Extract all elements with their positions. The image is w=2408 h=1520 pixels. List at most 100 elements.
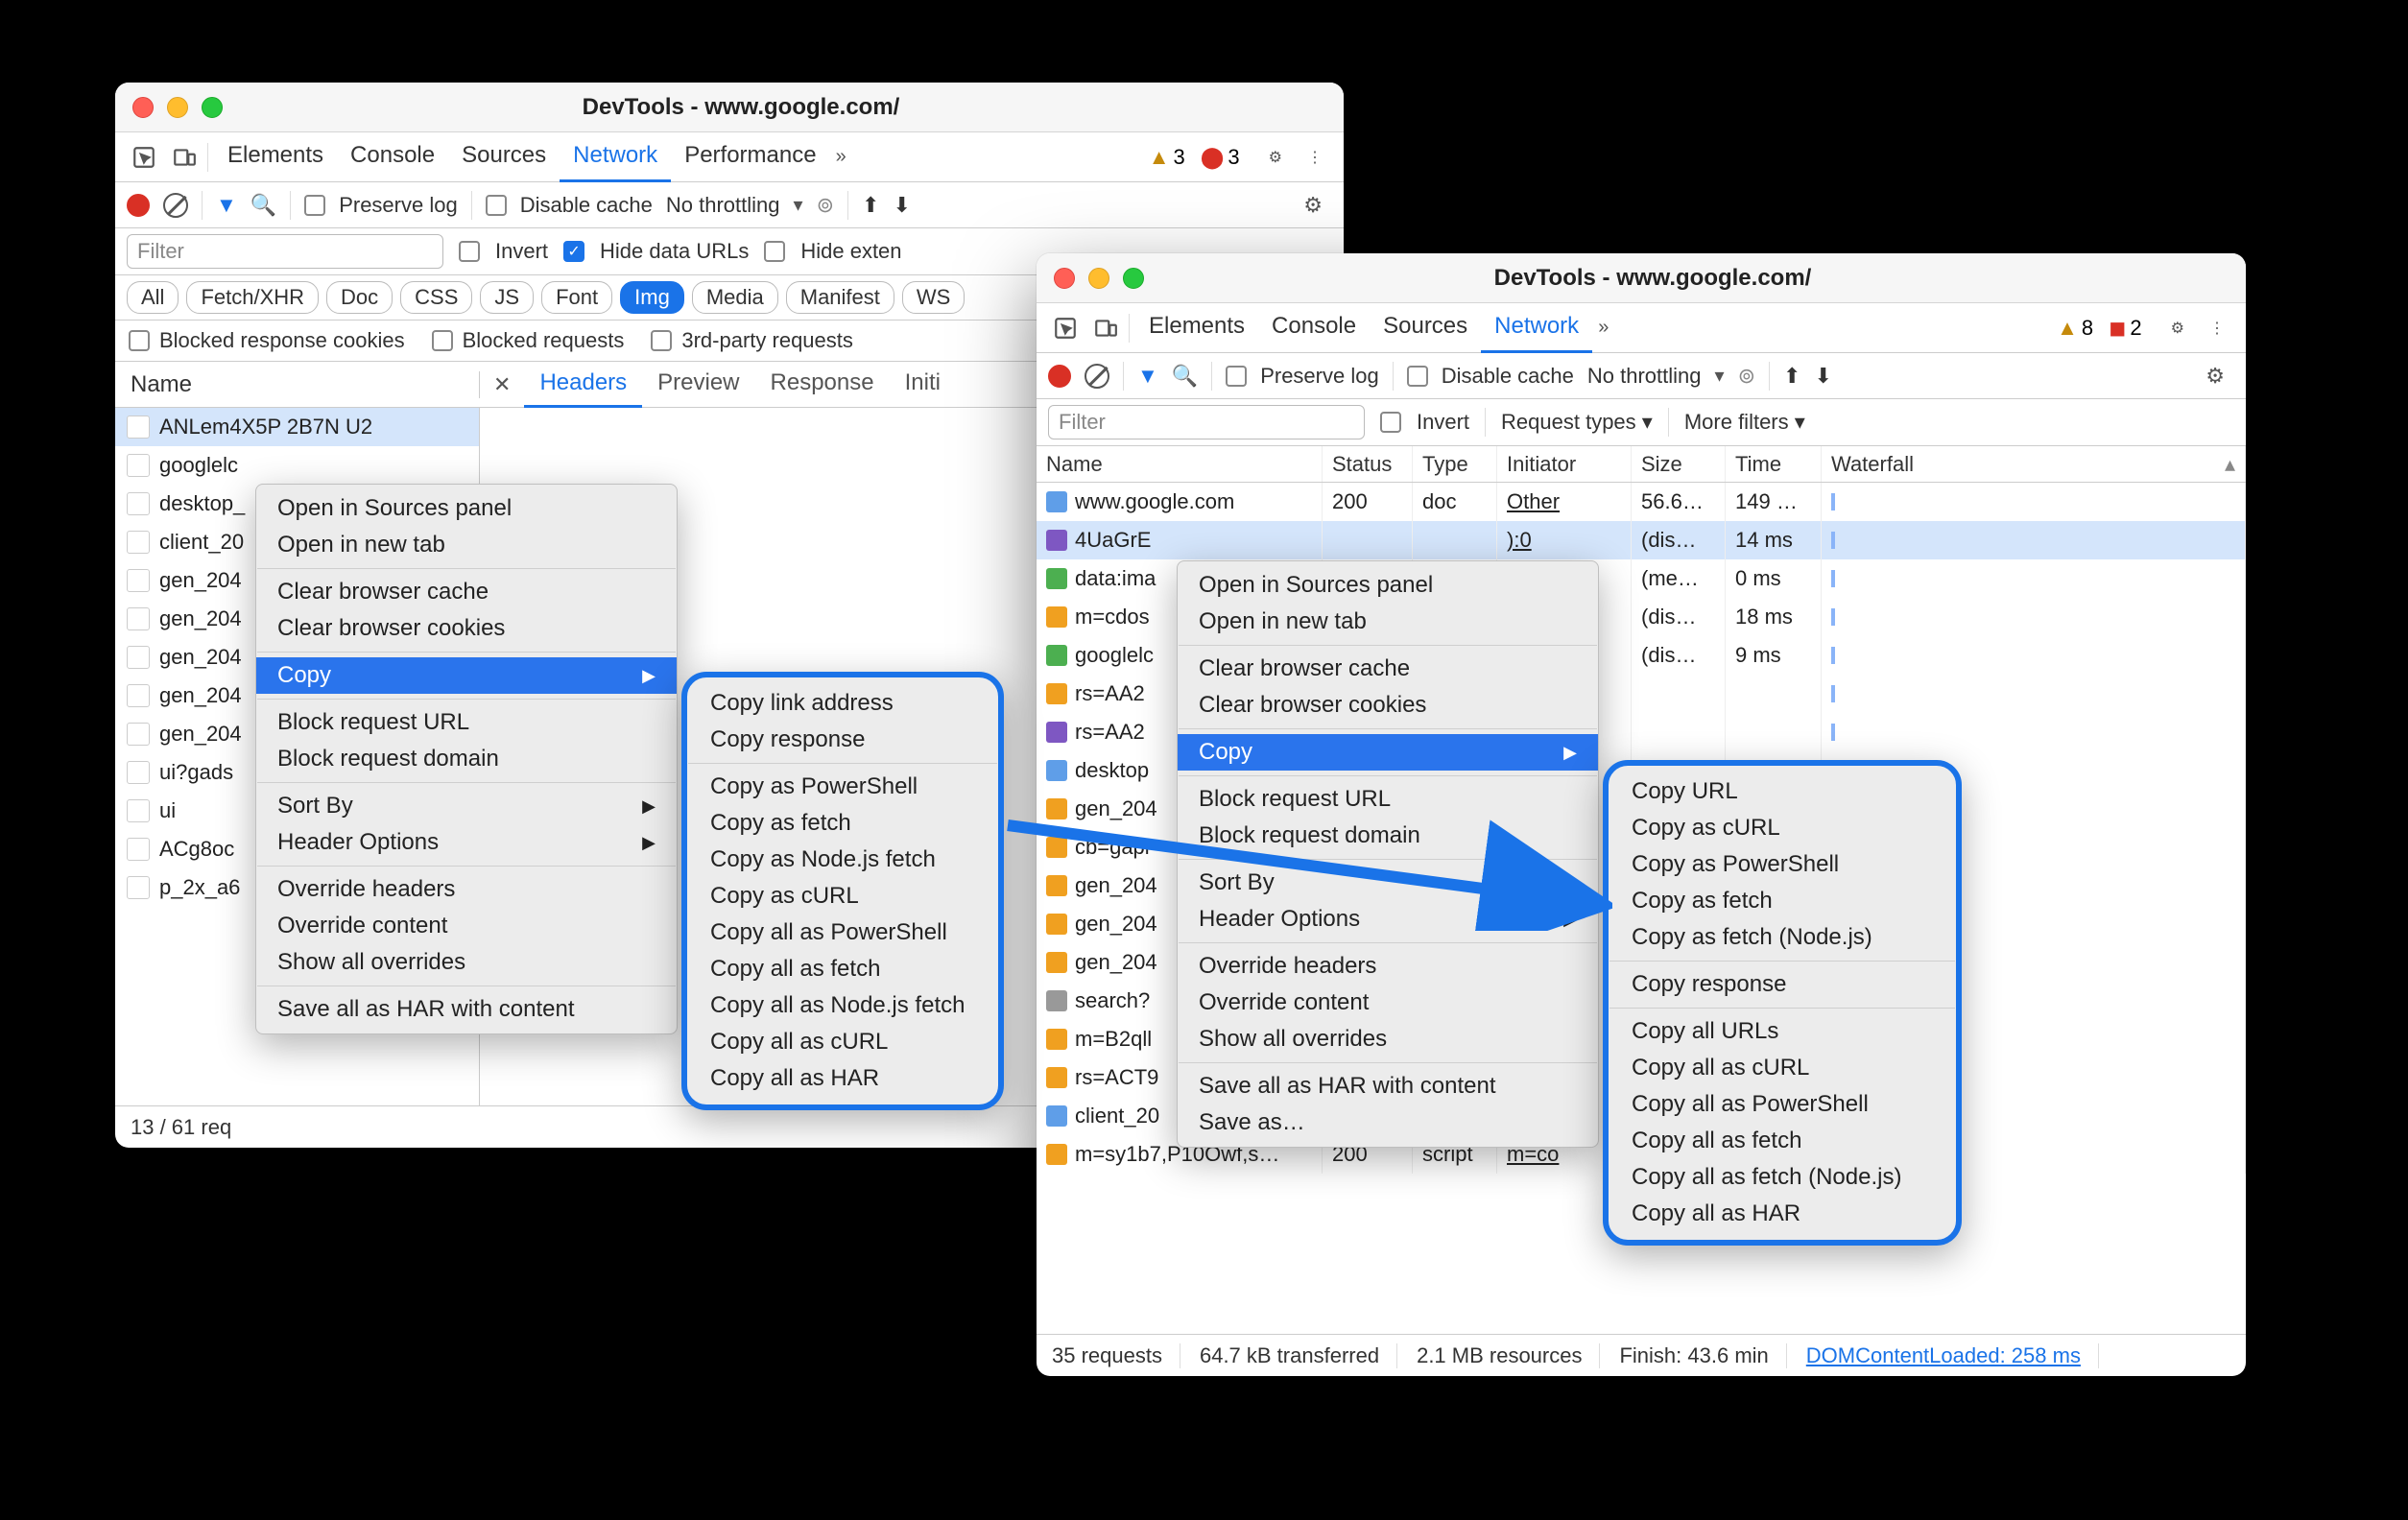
- blocked-cookies-checkbox[interactable]: [129, 330, 150, 351]
- table-row[interactable]: www.google.com200docOther56.6…149 …: [1037, 483, 2246, 521]
- submenu-item-copy-as-fetch[interactable]: Copy as fetch: [1609, 883, 1956, 919]
- network-settings-icon[interactable]: ⚙: [1294, 193, 1332, 218]
- menu-item-block-request-url[interactable]: Block request URL: [256, 704, 677, 741]
- filter-icon[interactable]: ▼: [1137, 364, 1158, 389]
- submenu-item-copy-all-as-powershell[interactable]: Copy all as PowerShell: [1609, 1086, 1956, 1123]
- menu-item-clear-browser-cache[interactable]: Clear browser cache: [1178, 651, 1598, 687]
- device-icon[interactable]: [1088, 311, 1123, 345]
- chip-doc[interactable]: Doc: [326, 281, 393, 314]
- tab-sources[interactable]: Sources: [448, 132, 560, 182]
- tab-elements[interactable]: Elements: [214, 132, 337, 182]
- chip-js[interactable]: JS: [480, 281, 534, 314]
- chip-media[interactable]: Media: [692, 281, 778, 314]
- menu-item-header-options[interactable]: Header Options▶: [256, 824, 677, 861]
- menu-item-sort-by[interactable]: Sort By▶: [1178, 865, 1598, 901]
- more-tabs-chevron[interactable]: »: [836, 146, 846, 168]
- wifi-icon[interactable]: ⊚: [1738, 364, 1755, 389]
- submenu-item-copy-link-address[interactable]: Copy link address: [687, 685, 998, 722]
- throttle-chevron-icon[interactable]: ▾: [794, 193, 803, 217]
- name-column-header[interactable]: Name: [115, 371, 480, 398]
- hide-data-urls-checkbox[interactable]: ✓: [563, 241, 584, 262]
- col-name[interactable]: Name: [1037, 446, 1323, 482]
- menu-item-sort-by[interactable]: Sort By▶: [256, 788, 677, 824]
- filter-input[interactable]: Filter: [127, 234, 443, 269]
- submenu-item-copy-as-powershell[interactable]: Copy as PowerShell: [1609, 846, 1956, 883]
- upload-icon[interactable]: ⬆: [862, 193, 879, 218]
- menu-item-block-request-domain[interactable]: Block request domain: [256, 741, 677, 777]
- col-time[interactable]: Time: [1726, 446, 1822, 482]
- menu-item-open-in-sources-panel[interactable]: Open in Sources panel: [256, 490, 677, 527]
- third-party-checkbox[interactable]: [651, 330, 672, 351]
- minimize-window[interactable]: [167, 97, 188, 118]
- tab-network[interactable]: Network: [1481, 303, 1592, 353]
- preserve-log-checkbox[interactable]: [304, 195, 325, 216]
- submenu-item-copy-url[interactable]: Copy URL: [1609, 773, 1956, 810]
- kebab-menu-icon[interactable]: ⋮: [2200, 319, 2234, 338]
- disable-cache-checkbox[interactable]: [1407, 366, 1428, 387]
- menu-item-open-in-new-tab[interactable]: Open in new tab: [256, 527, 677, 563]
- menu-item-clear-browser-cookies[interactable]: Clear browser cookies: [1178, 687, 1598, 724]
- errors-badge[interactable]: ⬤3: [1201, 145, 1240, 170]
- clear-button[interactable]: [1085, 364, 1109, 389]
- submenu-item-copy-response[interactable]: Copy response: [1609, 966, 1956, 1003]
- subtab-preview[interactable]: Preview: [642, 362, 754, 408]
- menu-item-open-in-sources-panel[interactable]: Open in Sources panel: [1178, 567, 1598, 604]
- menu-item-copy[interactable]: Copy▶: [256, 657, 677, 694]
- col-waterfall[interactable]: Waterfall▴: [1822, 446, 2246, 482]
- menu-item-block-request-url[interactable]: Block request URL: [1178, 781, 1598, 818]
- zoom-window[interactable]: [1123, 268, 1144, 289]
- menu-item-override-headers[interactable]: Override headers: [256, 871, 677, 908]
- blocked-requests-checkbox[interactable]: [432, 330, 453, 351]
- close-window[interactable]: [132, 97, 154, 118]
- col-type[interactable]: Type: [1413, 446, 1497, 482]
- warnings-badge[interactable]: ▲8: [2057, 316, 2093, 341]
- more-tabs-chevron[interactable]: »: [1598, 317, 1609, 339]
- record-button[interactable]: [127, 194, 150, 217]
- download-icon[interactable]: ⬇: [893, 193, 910, 218]
- copy-submenu-left[interactable]: Copy link addressCopy responseCopy as Po…: [681, 672, 1004, 1110]
- submenu-item-copy-all-as-curl[interactable]: Copy all as cURL: [687, 1024, 998, 1060]
- subtab-headers[interactable]: Headers: [524, 362, 642, 408]
- subtab-initi[interactable]: Initi: [890, 362, 956, 408]
- chip-all[interactable]: All: [127, 281, 179, 314]
- menu-item-header-options[interactable]: Header Options▶: [1178, 901, 1598, 938]
- filter-icon[interactable]: ▼: [216, 193, 237, 218]
- chip-manifest[interactable]: Manifest: [786, 281, 894, 314]
- invert-checkbox[interactable]: [1380, 412, 1401, 433]
- inspect-icon[interactable]: [127, 140, 161, 175]
- search-icon[interactable]: 🔍: [250, 193, 276, 218]
- throttle-chevron-icon[interactable]: ▾: [1715, 364, 1725, 388]
- clear-button[interactable]: [163, 193, 188, 218]
- submenu-item-copy-as-fetch[interactable]: Copy as fetch: [687, 805, 998, 842]
- col-initiator[interactable]: Initiator: [1497, 446, 1632, 482]
- submenu-item-copy-all-as-fetch[interactable]: Copy all as fetch: [687, 951, 998, 987]
- table-row[interactable]: 4UaGrE):0(dis…14 ms: [1037, 521, 2246, 559]
- download-icon[interactable]: ⬇: [1814, 364, 1831, 389]
- record-button[interactable]: [1048, 365, 1071, 388]
- zoom-window[interactable]: [202, 97, 223, 118]
- wifi-icon[interactable]: ⊚: [817, 193, 834, 218]
- request-row[interactable]: ANLem4X5P 2B7N U2: [115, 408, 479, 446]
- chip-img[interactable]: Img: [620, 281, 684, 314]
- col-size[interactable]: Size: [1632, 446, 1726, 482]
- tab-network[interactable]: Network: [560, 132, 671, 182]
- tab-performance[interactable]: Performance: [671, 132, 829, 182]
- request-types-select[interactable]: Request types ▾: [1501, 410, 1653, 435]
- submenu-item-copy-all-urls[interactable]: Copy all URLs: [1609, 1013, 1956, 1050]
- warnings-badge[interactable]: ▲3: [1149, 145, 1185, 170]
- invert-checkbox[interactable]: [459, 241, 480, 262]
- submenu-item-copy-as-powershell[interactable]: Copy as PowerShell: [687, 769, 998, 805]
- chip-css[interactable]: CSS: [400, 281, 472, 314]
- submenu-item-copy-all-as-fetch[interactable]: Copy all as fetch: [1609, 1123, 1956, 1159]
- menu-item-copy[interactable]: Copy▶: [1178, 734, 1598, 771]
- tab-console[interactable]: Console: [1258, 303, 1370, 353]
- submenu-item-copy-all-as-powershell[interactable]: Copy all as PowerShell: [687, 914, 998, 951]
- tab-console[interactable]: Console: [337, 132, 448, 182]
- submenu-item-copy-as-fetch-node-js-[interactable]: Copy as fetch (Node.js): [1609, 919, 1956, 956]
- context-menu-right[interactable]: Open in Sources panelOpen in new tabClea…: [1177, 560, 1599, 1148]
- menu-item-override-headers[interactable]: Override headers: [1178, 948, 1598, 985]
- col-status[interactable]: Status: [1323, 446, 1413, 482]
- submenu-item-copy-as-curl[interactable]: Copy as cURL: [1609, 810, 1956, 846]
- submenu-item-copy-all-as-har[interactable]: Copy all as HAR: [1609, 1196, 1956, 1232]
- minimize-window[interactable]: [1088, 268, 1109, 289]
